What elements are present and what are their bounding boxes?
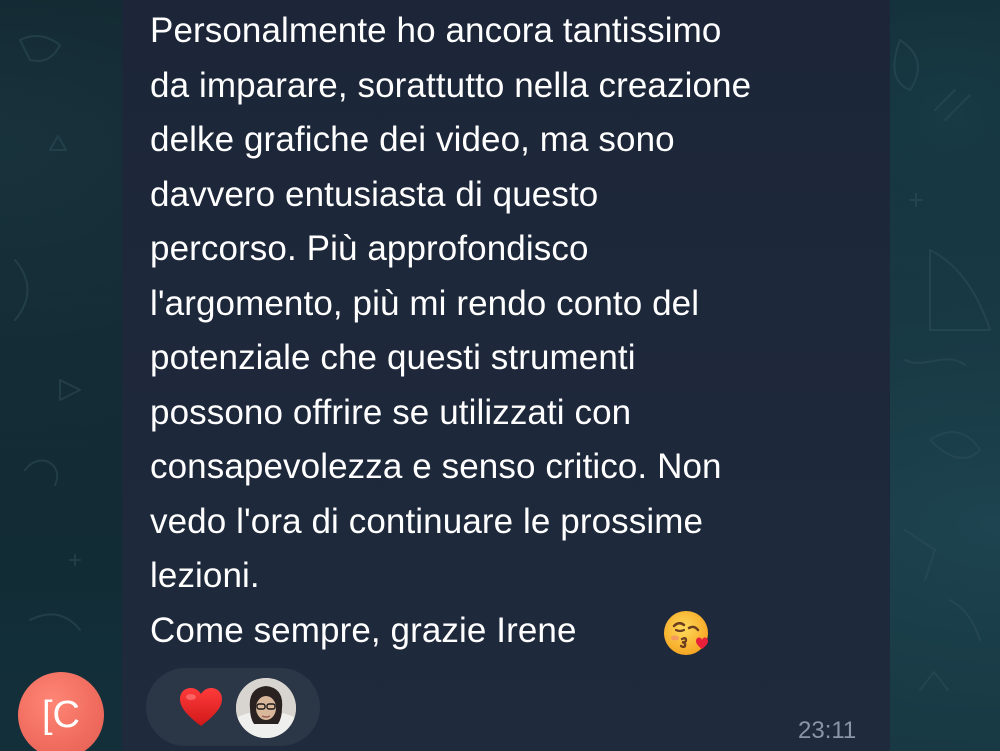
sender-initials: [C: [42, 694, 80, 736]
message-line: vedo l'ora di continuare le prossime: [150, 501, 704, 541]
message-line: consapevolezza e senso critico. Non: [150, 447, 722, 486]
message-closing-line: Come sempre, grazie Irene: [150, 610, 577, 650]
message-line: da imparare, sorattutto nella creazione: [150, 65, 752, 105]
message-line: davvero entusiasta di questo: [150, 174, 599, 214]
message-text: Personalmente ho ancora tantissimo da im…: [150, 4, 870, 658]
message-line: potenziale che questi strumenti: [150, 338, 636, 377]
message-line: percorso. Più approfondisco: [150, 229, 589, 268]
user-avatar-photo: [236, 678, 296, 738]
message-line: possono offrire se utilizzati con: [150, 392, 632, 432]
message-line: lezioni.: [150, 556, 260, 595]
message-line: l'argomento, più mi rendo conto del: [150, 283, 700, 323]
message-line: Personalmente ho ancora tantissimo: [150, 11, 722, 50]
red-heart-icon[interactable]: [178, 686, 224, 728]
sender-avatar[interactable]: [C: [18, 672, 104, 751]
reactor-avatar[interactable]: [236, 678, 296, 738]
message-line: delke grafiche dei video, ma sono: [150, 120, 675, 159]
message-timestamp: 23:11: [798, 717, 857, 744]
chat-screen: Personalmente ho ancora tantissimo da im…: [0, 0, 1000, 751]
face-blowing-kiss-icon: [664, 611, 708, 655]
